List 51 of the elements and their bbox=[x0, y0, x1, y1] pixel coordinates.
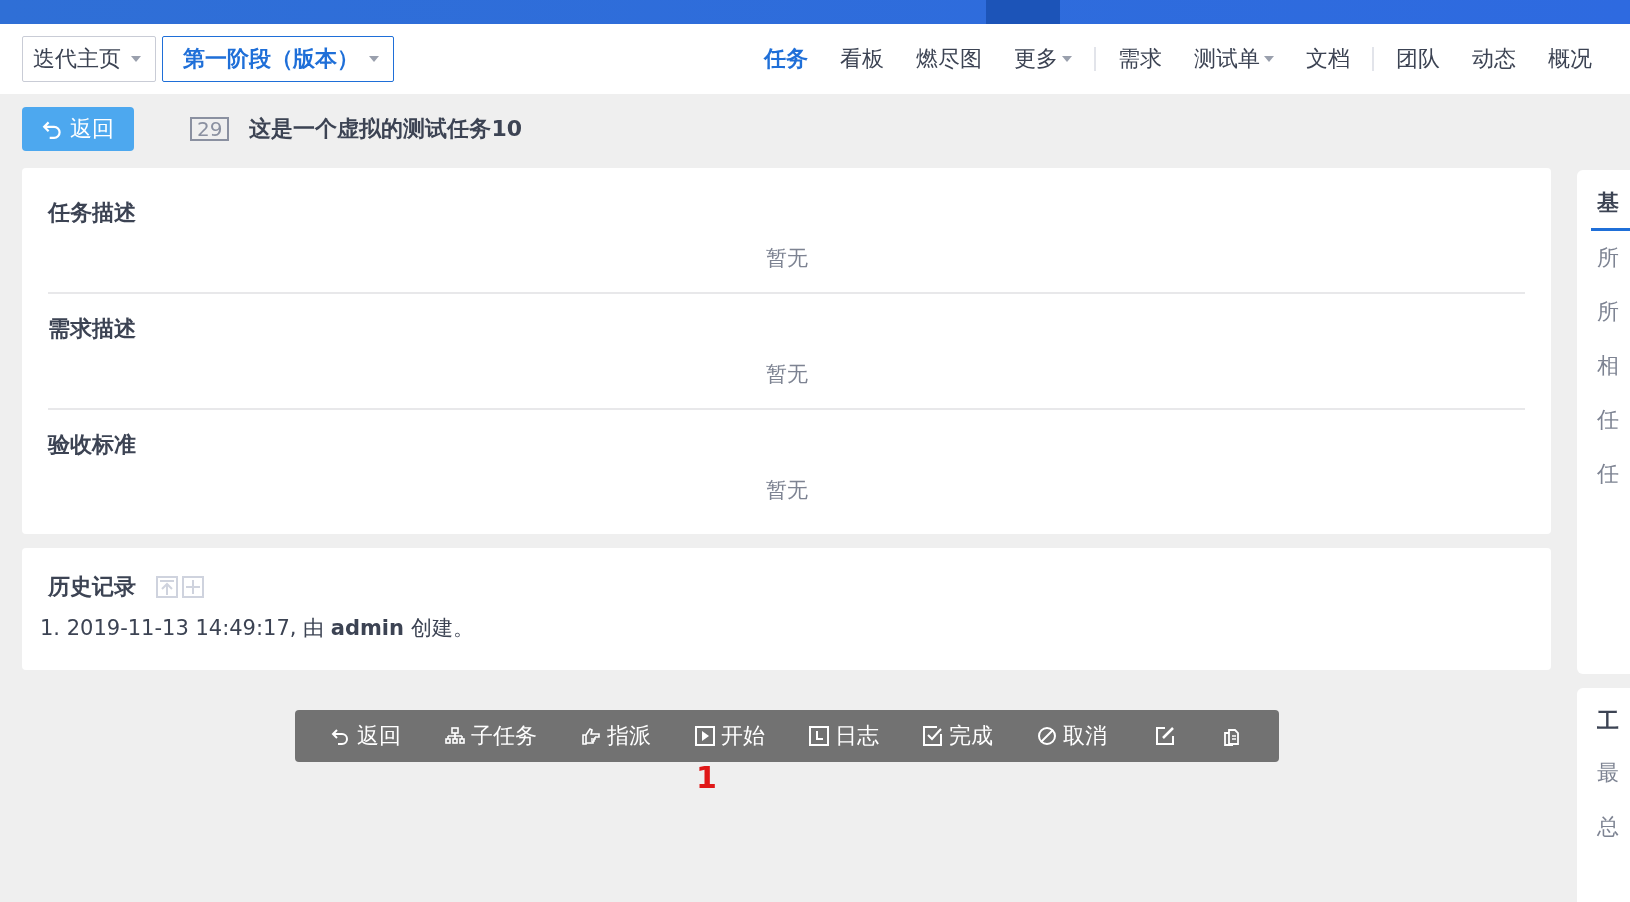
panel-heading: 工 bbox=[1596, 707, 1620, 735]
panel-label: 相 bbox=[1596, 352, 1620, 380]
action-button[interactable]: 完成 bbox=[922, 721, 993, 751]
nav-tab[interactable]: 文档 bbox=[1290, 44, 1366, 74]
panel-label: 任 bbox=[1596, 460, 1620, 488]
task-title: 这是一个虚拟的测试任务10 bbox=[249, 115, 523, 143]
action-button[interactable]: 指派 bbox=[580, 721, 651, 751]
panel-label: 总 bbox=[1596, 813, 1620, 841]
action-button[interactable]: 日志 bbox=[808, 721, 879, 751]
panel-tab[interactable]: 基 bbox=[1591, 184, 1630, 231]
section-content: 暂无 bbox=[765, 478, 808, 502]
history-heading: 历史记录 bbox=[48, 573, 136, 601]
ban-icon bbox=[1036, 726, 1057, 746]
nav-tab[interactable]: 团队 bbox=[1380, 44, 1456, 74]
panel-label: 任 bbox=[1596, 406, 1620, 434]
task-id: 29 bbox=[190, 117, 230, 141]
nav-tab[interactable]: 看板 bbox=[824, 44, 900, 74]
history-entry: 1. 2019-11-13 14:49:17, 由 admin 创建。 bbox=[40, 615, 475, 642]
caret-icon bbox=[131, 56, 141, 62]
section-content: 暂无 bbox=[765, 362, 808, 386]
undo-icon bbox=[330, 726, 351, 746]
nav-tab[interactable]: 概况 bbox=[1532, 44, 1608, 74]
caret-icon bbox=[1062, 56, 1072, 62]
nav-tab[interactable]: 更多 bbox=[998, 44, 1088, 74]
annotation-number: 1 bbox=[696, 760, 717, 795]
breadcrumb-item[interactable]: 第一阶段（版本） bbox=[162, 36, 394, 82]
action-button[interactable]: 开始 bbox=[694, 721, 765, 751]
panel-label: 最 bbox=[1596, 759, 1620, 787]
section-heading: 任务描述 bbox=[48, 199, 137, 227]
nav-tab[interactable]: 燃尽图 bbox=[900, 44, 998, 74]
hierarchy-icon bbox=[444, 726, 465, 746]
nav-tab[interactable]: 动态 bbox=[1456, 44, 1532, 74]
panel-label: 所 bbox=[1596, 244, 1620, 272]
action-button[interactable]: 取消 bbox=[1036, 721, 1107, 751]
panel-label: 所 bbox=[1596, 298, 1620, 326]
clock-icon bbox=[808, 726, 829, 746]
breadcrumb-item[interactable]: 迭代主页 bbox=[22, 36, 156, 82]
play-icon bbox=[694, 726, 715, 746]
caret-icon bbox=[369, 56, 379, 62]
nav-tab[interactable]: 需求 bbox=[1102, 44, 1178, 74]
edit-icon[interactable] bbox=[1154, 726, 1175, 746]
pointing-hand-icon bbox=[580, 726, 601, 746]
section-heading: 需求描述 bbox=[48, 315, 137, 343]
action-button[interactable]: 子任务 bbox=[444, 721, 537, 751]
nav-tab[interactable]: 任务 bbox=[748, 44, 824, 74]
section-heading: 验收标准 bbox=[48, 431, 137, 459]
nav-tab[interactable]: 测试单 bbox=[1178, 44, 1290, 74]
action-button[interactable]: 返回 bbox=[330, 721, 401, 751]
section-content: 暂无 bbox=[765, 246, 808, 270]
checkbox-icon bbox=[922, 726, 943, 746]
caret-icon bbox=[1264, 56, 1274, 62]
